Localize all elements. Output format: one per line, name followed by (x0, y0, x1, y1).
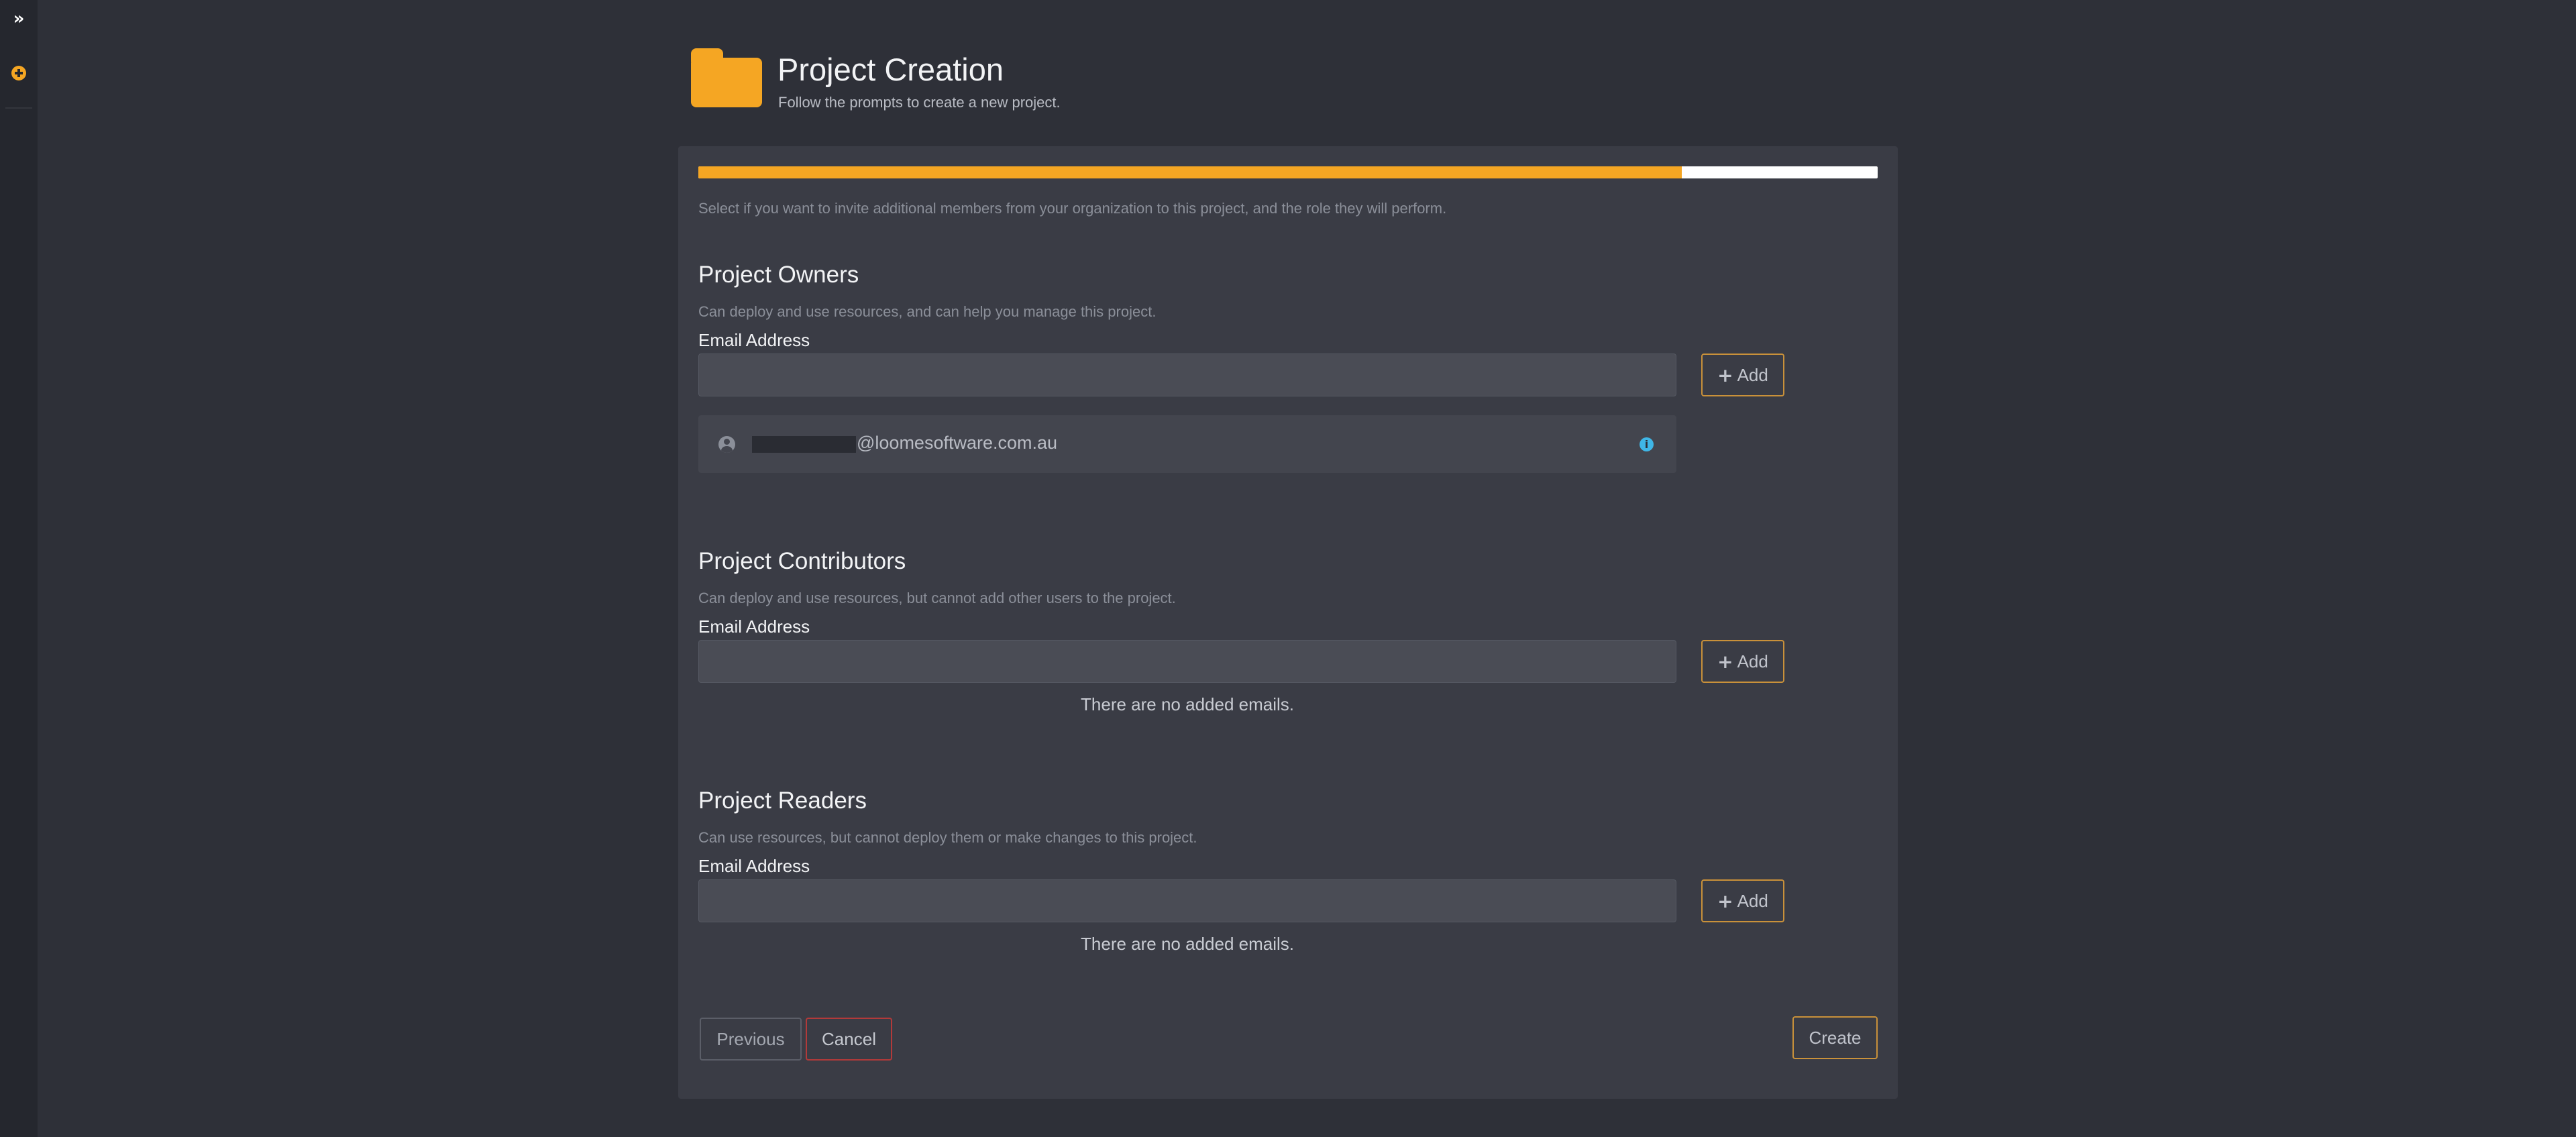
readers-email-input[interactable] (698, 879, 1676, 922)
empty-state-text: There are no added emails. (1081, 934, 1294, 954)
email-label: Email Address (698, 330, 810, 350)
contributors-email-input[interactable] (698, 640, 1676, 683)
sidebar: » (0, 0, 38, 1137)
plus-icon: + (1717, 889, 1733, 912)
progress-bar (698, 166, 1878, 178)
sidebar-divider (5, 107, 32, 109)
section-title: Project Readers (698, 788, 867, 814)
cancel-button[interactable]: Cancel (806, 1018, 892, 1061)
plus-icon: + (1717, 364, 1733, 386)
section-title: Project Contributors (698, 548, 906, 574)
empty-state-text: There are no added emails. (1081, 694, 1294, 714)
contributors-add-button[interactable]: + Add (1701, 640, 1784, 683)
section-description: Can deploy and use resources, and can he… (698, 303, 1157, 320)
intro-text: Select if you want to invite additional … (698, 200, 1447, 217)
add-label: Add (1737, 651, 1768, 671)
email-domain: @loomesoftware.com.au (857, 433, 1058, 453)
double-chevron-right-icon[interactable]: » (9, 9, 28, 28)
section-description: Can use resources, but cannot deploy the… (698, 829, 1197, 846)
progress-fill (698, 166, 1682, 178)
add-label: Add (1737, 364, 1768, 385)
email-label: Email Address (698, 616, 810, 637)
section-description: Can deploy and use resources, but cannot… (698, 590, 1176, 606)
folder-icon (691, 48, 762, 107)
owners-add-button[interactable]: + Add (1701, 354, 1784, 396)
list-item: @loomesoftware.com.au i (698, 415, 1676, 473)
info-icon[interactable]: i (1640, 437, 1654, 451)
owners-email-input[interactable] (698, 354, 1676, 396)
readers-add-button[interactable]: + Add (1701, 879, 1784, 922)
page-title: Project Creation (777, 52, 1004, 87)
create-button[interactable]: Create (1792, 1016, 1878, 1059)
page-subtitle: Follow the prompts to create a new proje… (778, 94, 1061, 111)
add-label: Add (1737, 890, 1768, 911)
plus-icon: + (1717, 650, 1733, 673)
redacted-username (752, 436, 856, 453)
email-label: Email Address (698, 856, 810, 876)
section-title: Project Owners (698, 262, 859, 288)
user-icon (718, 436, 735, 453)
plus-circle-icon[interactable] (11, 66, 26, 80)
project-creation-card: Select if you want to invite additional … (678, 146, 1898, 1099)
previous-button[interactable]: Previous (700, 1018, 802, 1061)
